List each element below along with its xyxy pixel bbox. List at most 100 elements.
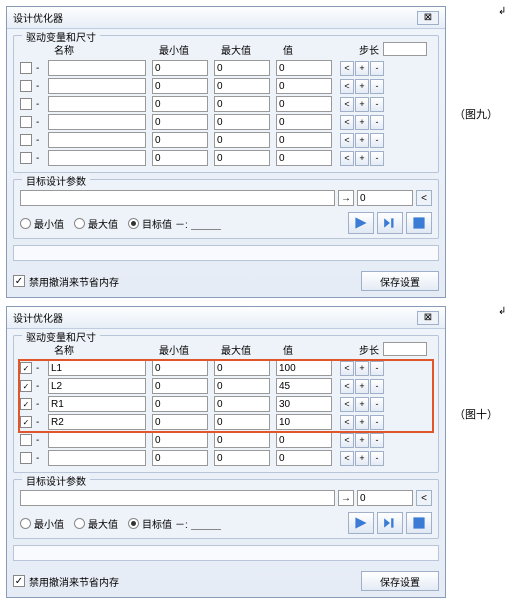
max-input[interactable] bbox=[214, 378, 270, 394]
lt-button[interactable]: < bbox=[340, 151, 354, 166]
name-input[interactable] bbox=[48, 60, 146, 76]
lt-button[interactable]: < bbox=[340, 415, 354, 430]
angle-button[interactable]: < bbox=[416, 190, 432, 206]
plus-button[interactable]: + bbox=[355, 379, 369, 394]
target-value-input[interactable] bbox=[357, 490, 413, 506]
target-expression-input[interactable] bbox=[20, 490, 335, 506]
lt-button[interactable]: < bbox=[340, 397, 354, 412]
plus-button[interactable]: + bbox=[355, 115, 369, 130]
minus-button[interactable]: - bbox=[370, 115, 384, 130]
plus-button[interactable]: + bbox=[355, 97, 369, 112]
lt-button[interactable]: < bbox=[340, 61, 354, 76]
name-input[interactable] bbox=[48, 150, 146, 166]
step-input[interactable] bbox=[383, 342, 427, 356]
radio-min[interactable]: 最小值 bbox=[20, 216, 64, 231]
minus-button[interactable]: - bbox=[370, 61, 384, 76]
row-checkbox[interactable]: ✓ bbox=[20, 380, 32, 392]
radio-target[interactable]: 目标值－: bbox=[128, 516, 221, 531]
minus-button[interactable]: - bbox=[370, 97, 384, 112]
min-input[interactable] bbox=[152, 378, 208, 394]
max-input[interactable] bbox=[214, 78, 270, 94]
angle-button[interactable]: < bbox=[416, 490, 432, 506]
plus-button[interactable]: + bbox=[355, 79, 369, 94]
max-input[interactable] bbox=[214, 414, 270, 430]
lt-button[interactable]: < bbox=[340, 133, 354, 148]
name-input[interactable] bbox=[48, 396, 146, 412]
lt-button[interactable]: < bbox=[340, 379, 354, 394]
min-input[interactable] bbox=[152, 114, 208, 130]
lt-button[interactable]: < bbox=[340, 361, 354, 376]
save-button[interactable]: 保存设置 bbox=[361, 571, 439, 591]
step-input[interactable] bbox=[383, 42, 427, 56]
stop-button[interactable] bbox=[406, 512, 432, 534]
val-input[interactable] bbox=[276, 96, 332, 112]
val-input[interactable] bbox=[276, 360, 332, 376]
memory-checkbox[interactable]: ✓ bbox=[13, 575, 25, 587]
min-input[interactable] bbox=[152, 414, 208, 430]
plus-button[interactable]: + bbox=[355, 433, 369, 448]
name-input[interactable] bbox=[48, 132, 146, 148]
play-button[interactable] bbox=[348, 212, 374, 234]
name-input[interactable] bbox=[48, 450, 146, 466]
plus-button[interactable]: + bbox=[355, 151, 369, 166]
row-checkbox[interactable] bbox=[20, 62, 32, 74]
row-checkbox[interactable] bbox=[20, 434, 32, 446]
close-button[interactable]: ⊠ bbox=[417, 311, 439, 325]
minus-button[interactable]: - bbox=[370, 397, 384, 412]
max-input[interactable] bbox=[214, 432, 270, 448]
target-field[interactable] bbox=[191, 516, 221, 530]
val-input[interactable] bbox=[276, 378, 332, 394]
save-button[interactable]: 保存设置 bbox=[361, 271, 439, 291]
lt-button[interactable]: < bbox=[340, 79, 354, 94]
val-input[interactable] bbox=[276, 450, 332, 466]
val-input[interactable] bbox=[276, 432, 332, 448]
min-input[interactable] bbox=[152, 78, 208, 94]
plus-button[interactable]: + bbox=[355, 61, 369, 76]
row-checkbox[interactable]: ✓ bbox=[20, 416, 32, 428]
close-button[interactable]: ⊠ bbox=[417, 11, 439, 25]
lt-button[interactable]: < bbox=[340, 115, 354, 130]
next-button[interactable] bbox=[377, 512, 403, 534]
name-input[interactable] bbox=[48, 96, 146, 112]
min-input[interactable] bbox=[152, 150, 208, 166]
minus-button[interactable]: - bbox=[370, 451, 384, 466]
max-input[interactable] bbox=[214, 450, 270, 466]
min-input[interactable] bbox=[152, 60, 208, 76]
name-input[interactable] bbox=[48, 114, 146, 130]
row-checkbox[interactable] bbox=[20, 452, 32, 464]
minus-button[interactable]: - bbox=[370, 151, 384, 166]
min-input[interactable] bbox=[152, 396, 208, 412]
row-checkbox[interactable]: ✓ bbox=[20, 362, 32, 374]
radio-min[interactable]: 最小值 bbox=[20, 516, 64, 531]
plus-button[interactable]: + bbox=[355, 451, 369, 466]
val-input[interactable] bbox=[276, 150, 332, 166]
max-input[interactable] bbox=[214, 96, 270, 112]
memory-checkbox[interactable]: ✓ bbox=[13, 275, 25, 287]
minus-button[interactable]: - bbox=[370, 433, 384, 448]
row-checkbox[interactable] bbox=[20, 80, 32, 92]
name-input[interactable] bbox=[48, 360, 146, 376]
name-input[interactable] bbox=[48, 378, 146, 394]
plus-button[interactable]: + bbox=[355, 361, 369, 376]
max-input[interactable] bbox=[214, 396, 270, 412]
minus-button[interactable]: - bbox=[370, 361, 384, 376]
val-input[interactable] bbox=[276, 396, 332, 412]
lt-button[interactable]: < bbox=[340, 451, 354, 466]
row-checkbox[interactable] bbox=[20, 134, 32, 146]
min-input[interactable] bbox=[152, 360, 208, 376]
max-input[interactable] bbox=[214, 150, 270, 166]
min-input[interactable] bbox=[152, 450, 208, 466]
play-button[interactable] bbox=[348, 512, 374, 534]
val-input[interactable] bbox=[276, 114, 332, 130]
minus-button[interactable]: - bbox=[370, 415, 384, 430]
max-input[interactable] bbox=[214, 114, 270, 130]
radio-target[interactable]: 目标值－: bbox=[128, 216, 221, 231]
val-input[interactable] bbox=[276, 132, 332, 148]
row-checkbox[interactable] bbox=[20, 116, 32, 128]
target-field[interactable] bbox=[191, 216, 221, 230]
plus-button[interactable]: + bbox=[355, 397, 369, 412]
radio-max[interactable]: 最大值 bbox=[74, 516, 118, 531]
min-input[interactable] bbox=[152, 132, 208, 148]
minus-button[interactable]: - bbox=[370, 133, 384, 148]
min-input[interactable] bbox=[152, 96, 208, 112]
